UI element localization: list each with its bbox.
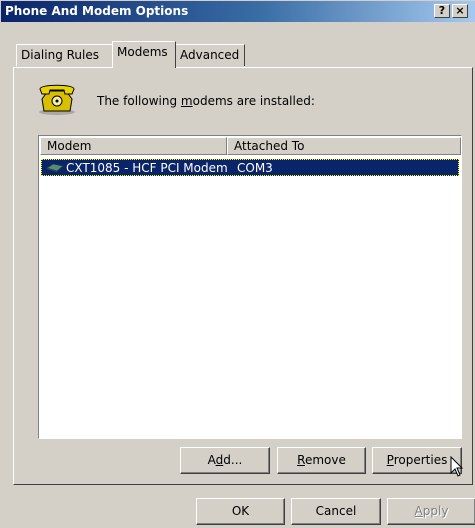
button-text: emove	[304, 453, 346, 467]
window-title: Phone And Modem Options	[5, 4, 189, 18]
modem-list[interactable]: Modem Attached To CXT1085 - HCF PCI Mode…	[38, 135, 462, 439]
close-button[interactable]: ×	[452, 4, 468, 18]
intro-text-part: The following	[97, 94, 181, 108]
apply-button[interactable]: Apply	[387, 498, 475, 525]
button-mnemonic: P	[386, 453, 394, 467]
help-button[interactable]: ?	[434, 4, 450, 18]
add-button[interactable]: Add...	[180, 447, 270, 474]
button-mnemonic: A	[414, 504, 423, 518]
column-header-attached-to[interactable]: Attached To	[227, 137, 461, 155]
button-text: pply	[422, 504, 449, 518]
button-text: Cancel	[315, 504, 357, 518]
tab-label: Modems	[117, 45, 168, 59]
modem-icon	[46, 163, 64, 172]
button-text: A	[207, 453, 216, 467]
properties-button[interactable]: Properties	[372, 447, 462, 474]
column-header-modem[interactable]: Modem	[40, 137, 227, 155]
modem-row[interactable]: CXT1085 - HCF PCI Modem COM3	[41, 159, 459, 176]
tab-modems[interactable]: Modems	[112, 41, 176, 68]
attached-to-cell: COM3	[237, 161, 273, 175]
cancel-button[interactable]: Cancel	[291, 498, 381, 525]
remove-button[interactable]: Remove	[277, 447, 366, 474]
button-mnemonic: R	[297, 453, 305, 467]
column-header-label: Attached To	[234, 139, 305, 153]
title-bar[interactable]: Phone And Modem Options ? ×	[1, 1, 475, 22]
modem-name-cell: CXT1085 - HCF PCI Modem	[66, 161, 228, 175]
tab-label: Advanced	[180, 48, 240, 62]
tab-advanced[interactable]: Advanced	[175, 44, 245, 66]
button-text: roperties	[393, 453, 448, 467]
button-text: d...	[223, 453, 243, 467]
phone-icon	[39, 84, 75, 115]
mouse-pointer-icon	[450, 456, 464, 477]
column-header-label: Modem	[47, 139, 92, 153]
tab-dialing-rules[interactable]: Dialing Rules	[16, 44, 114, 66]
button-text: OK	[231, 504, 250, 518]
phone-modem-dialog: Phone And Modem Options ? × Dialing Rule…	[0, 0, 475, 528]
ok-button[interactable]: OK	[196, 498, 285, 525]
intro-text-part: odems are installed:	[192, 94, 315, 108]
intro-mnemonic: m	[180, 94, 193, 108]
intro-text: The following modems are installed:	[97, 94, 315, 108]
tab-label: Dialing Rules	[21, 48, 100, 62]
